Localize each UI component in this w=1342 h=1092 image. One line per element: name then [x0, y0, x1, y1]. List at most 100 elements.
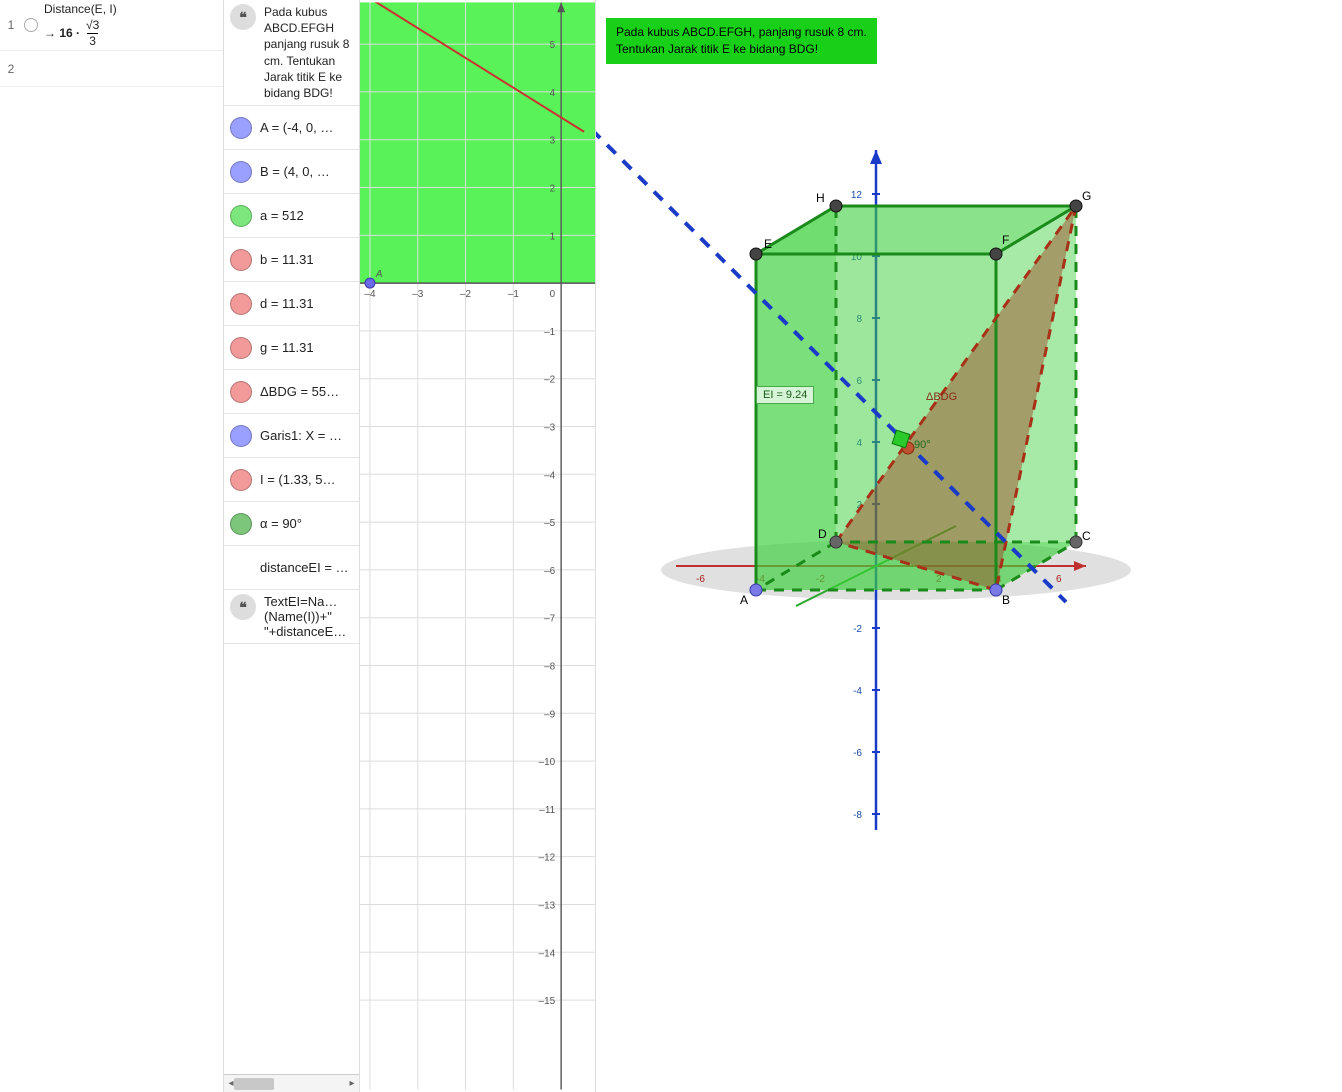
svg-text:6: 6 [1056, 574, 1062, 585]
graphics-3d-view[interactable]: Pada kubus ABCD.EFGH, panjang rusuk 8 cm… [596, 0, 1342, 1092]
algebra-hscrollbar[interactable]: ◂ ▸ [224, 1074, 359, 1092]
algebra-row[interactable]: d = 11.31 [224, 282, 359, 326]
graphics-2d-view[interactable]: A –4 –3 –2 –1 0 –15–14–13–12–11–10–9–8–7… [360, 0, 596, 1092]
step-row-2[interactable]: 2 [0, 51, 223, 87]
svg-text:-8: -8 [853, 810, 862, 821]
svg-text:B: B [1002, 593, 1010, 607]
quote-icon: ❝ [230, 4, 256, 30]
object-color-icon[interactable] [230, 513, 252, 535]
algebra-text-row[interactable]: ❝ Pada kubus ABCD.EFGH panjang rusuk 8 c… [224, 0, 359, 106]
algebra-row[interactable]: B = (4, 0, … [224, 150, 359, 194]
svg-text:3: 3 [550, 136, 556, 147]
svg-text:4: 4 [550, 88, 556, 99]
svg-text:1: 1 [550, 231, 556, 242]
algebra-list[interactable]: ❝ Pada kubus ABCD.EFGH panjang rusuk 8 c… [224, 0, 359, 1074]
algebra-text: Pada kubus ABCD.EFGH panjang rusuk 8 cm.… [264, 4, 353, 101]
algebra-row[interactable]: α = 90° [224, 502, 359, 546]
algebra-row[interactable]: A = (-4, 0, … [224, 106, 359, 150]
step-radio[interactable] [24, 18, 38, 32]
svg-text:G: G [1082, 189, 1091, 203]
algebra-row[interactable]: g = 11.31 [224, 326, 359, 370]
svg-text:H: H [816, 191, 825, 205]
svg-text:E: E [764, 237, 772, 251]
svg-text:C: C [1082, 529, 1091, 543]
svg-text:D: D [818, 527, 827, 541]
problem-text-box: Pada kubus ABCD.EFGH, panjang rusuk 8 cm… [606, 18, 877, 64]
algebra-label: A = (-4, 0, … [260, 120, 333, 135]
algebra-label: ΔBDG = 55… [260, 384, 339, 399]
algebra-text-row-2[interactable]: ❝ TextEI=Na…(Name(I))+" "+distanceE… [224, 590, 359, 644]
svg-text:0: 0 [550, 289, 556, 300]
svg-text:–2: –2 [460, 289, 472, 300]
scroll-thumb[interactable] [234, 1078, 274, 1090]
svg-text:–14: –14 [539, 948, 556, 959]
svg-text:A: A [740, 593, 748, 607]
ei-distance-label: EI = 9.24 [756, 386, 814, 404]
svg-text:F: F [1002, 233, 1009, 247]
object-color-icon[interactable] [230, 469, 252, 491]
svg-text:-6: -6 [853, 748, 862, 759]
algebra-label: distanceEI = … [260, 560, 349, 575]
svg-text:12: 12 [851, 190, 863, 201]
svg-text:–4: –4 [544, 470, 556, 481]
svg-text:–5: –5 [544, 518, 556, 529]
quote-icon: ❝ [230, 594, 256, 620]
svg-text:2: 2 [550, 184, 556, 195]
svg-text:–13: –13 [539, 900, 556, 911]
algebra-label: g = 11.31 [260, 340, 314, 355]
algebra-label: B = (4, 0, … [260, 164, 330, 179]
svg-text:-4: -4 [853, 686, 862, 697]
object-color-icon[interactable] [230, 381, 252, 403]
algebra-label: I = (1.33, 5… [260, 472, 336, 487]
svg-text:–9: –9 [544, 709, 556, 720]
step-number: 1 [4, 18, 18, 32]
object-color-icon[interactable] [230, 425, 252, 447]
step-expression: Distance(E, I) [44, 2, 219, 16]
algebra-label: a = 512 [260, 208, 304, 223]
algebra-label: α = 90° [260, 516, 302, 531]
svg-text:–4: –4 [364, 289, 376, 300]
algebra-row[interactable]: b = 11.31 [224, 238, 359, 282]
steps-panel: 1 Distance(E, I) → 16 · √3 3 2 [0, 0, 224, 1092]
svg-text:-6: -6 [696, 574, 705, 585]
algebra-row-distanceEI[interactable]: distanceEI = … [224, 546, 359, 590]
algebra-label: d = 11.31 [260, 296, 314, 311]
object-color-icon[interactable] [230, 205, 252, 227]
algebra-row[interactable]: Garis1: X = … [224, 414, 359, 458]
algebra-row[interactable]: a = 512 [224, 194, 359, 238]
object-color-icon[interactable] [230, 293, 252, 315]
step-fraction: √3 3 [84, 18, 101, 48]
algebra-label: Garis1: X = … [260, 428, 342, 443]
svg-text:–15: –15 [539, 996, 556, 1007]
problem-line-2: Tentukan Jarak titik E ke bidang BDG! [616, 41, 867, 58]
svg-text:–1: –1 [508, 289, 520, 300]
algebra-row[interactable]: I = (1.33, 5… [224, 458, 359, 502]
svg-text:–1: –1 [544, 327, 556, 338]
algebra-row[interactable]: ΔBDG = 55… [224, 370, 359, 414]
svg-text:–11: –11 [539, 805, 555, 816]
step-result-prefix: → 16 · [44, 26, 80, 40]
svg-text:6: 6 [550, 0, 556, 3]
object-color-icon[interactable] [230, 161, 252, 183]
svg-text:–7: –7 [544, 614, 556, 625]
angle-label: 90° [914, 439, 931, 451]
object-color-icon[interactable] [230, 249, 252, 271]
svg-text:-2: -2 [853, 624, 862, 635]
bdg-label: ΔBDG [926, 391, 957, 403]
svg-text:–8: –8 [544, 661, 556, 672]
object-color-icon[interactable] [230, 337, 252, 359]
step-number: 2 [4, 62, 18, 76]
svg-text:–3: –3 [412, 289, 424, 300]
svg-text:A: A [375, 269, 383, 280]
object-color-icon[interactable] [230, 117, 252, 139]
algebra-text-2: TextEI=Na…(Name(I))+" "+distanceE… [264, 594, 353, 639]
scroll-right-icon[interactable]: ▸ [345, 1075, 359, 1092]
svg-text:–12: –12 [539, 853, 556, 864]
svg-text:–10: –10 [539, 757, 556, 768]
svg-text:–3: –3 [544, 422, 556, 433]
svg-text:–2: –2 [544, 375, 556, 386]
svg-text:–6: –6 [544, 566, 556, 577]
step-body: Distance(E, I) → 16 · √3 3 [44, 2, 219, 48]
algebra-panel: ❝ Pada kubus ABCD.EFGH panjang rusuk 8 c… [224, 0, 360, 1092]
step-row-1[interactable]: 1 Distance(E, I) → 16 · √3 3 [0, 0, 223, 51]
